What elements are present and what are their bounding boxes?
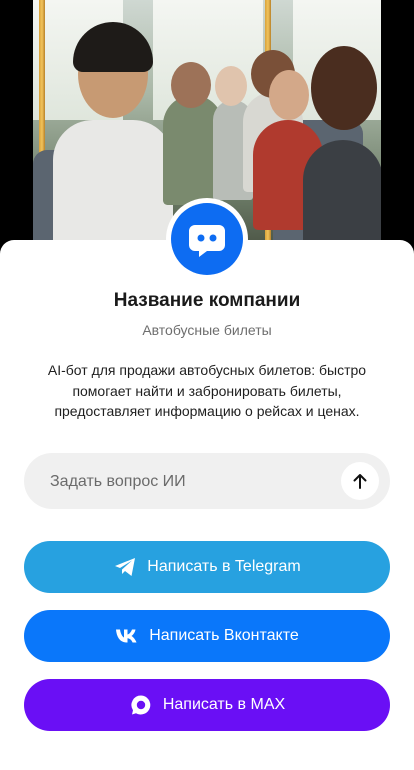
max-button-label: Написать в MAX — [162, 696, 286, 713]
ask-ai-field — [24, 453, 390, 511]
company-description: AI-бот для продажи автобусных билетов: б… — [47, 362, 367, 419]
telegram-icon — [113, 555, 137, 579]
vk-button[interactable]: Написать Вконтакте — [24, 610, 390, 662]
company-avatar — [166, 198, 248, 280]
company-subtitle: Автобусные билеты — [142, 322, 272, 338]
vk-button-label: Написать Вконтакте — [149, 627, 299, 644]
telegram-button-label: Написать в Telegram — [147, 558, 301, 575]
vk-icon — [115, 624, 139, 648]
chat-bot-icon — [171, 203, 243, 275]
max-button[interactable]: Написать в MAX — [24, 679, 390, 731]
max-icon — [129, 693, 153, 717]
send-button[interactable] — [341, 462, 379, 500]
company-name: Название компании — [113, 290, 301, 311]
ask-ai-input[interactable] — [48, 453, 342, 511]
telegram-button[interactable]: Написать в Telegram — [24, 541, 390, 593]
arrow-up-icon — [351, 472, 369, 490]
